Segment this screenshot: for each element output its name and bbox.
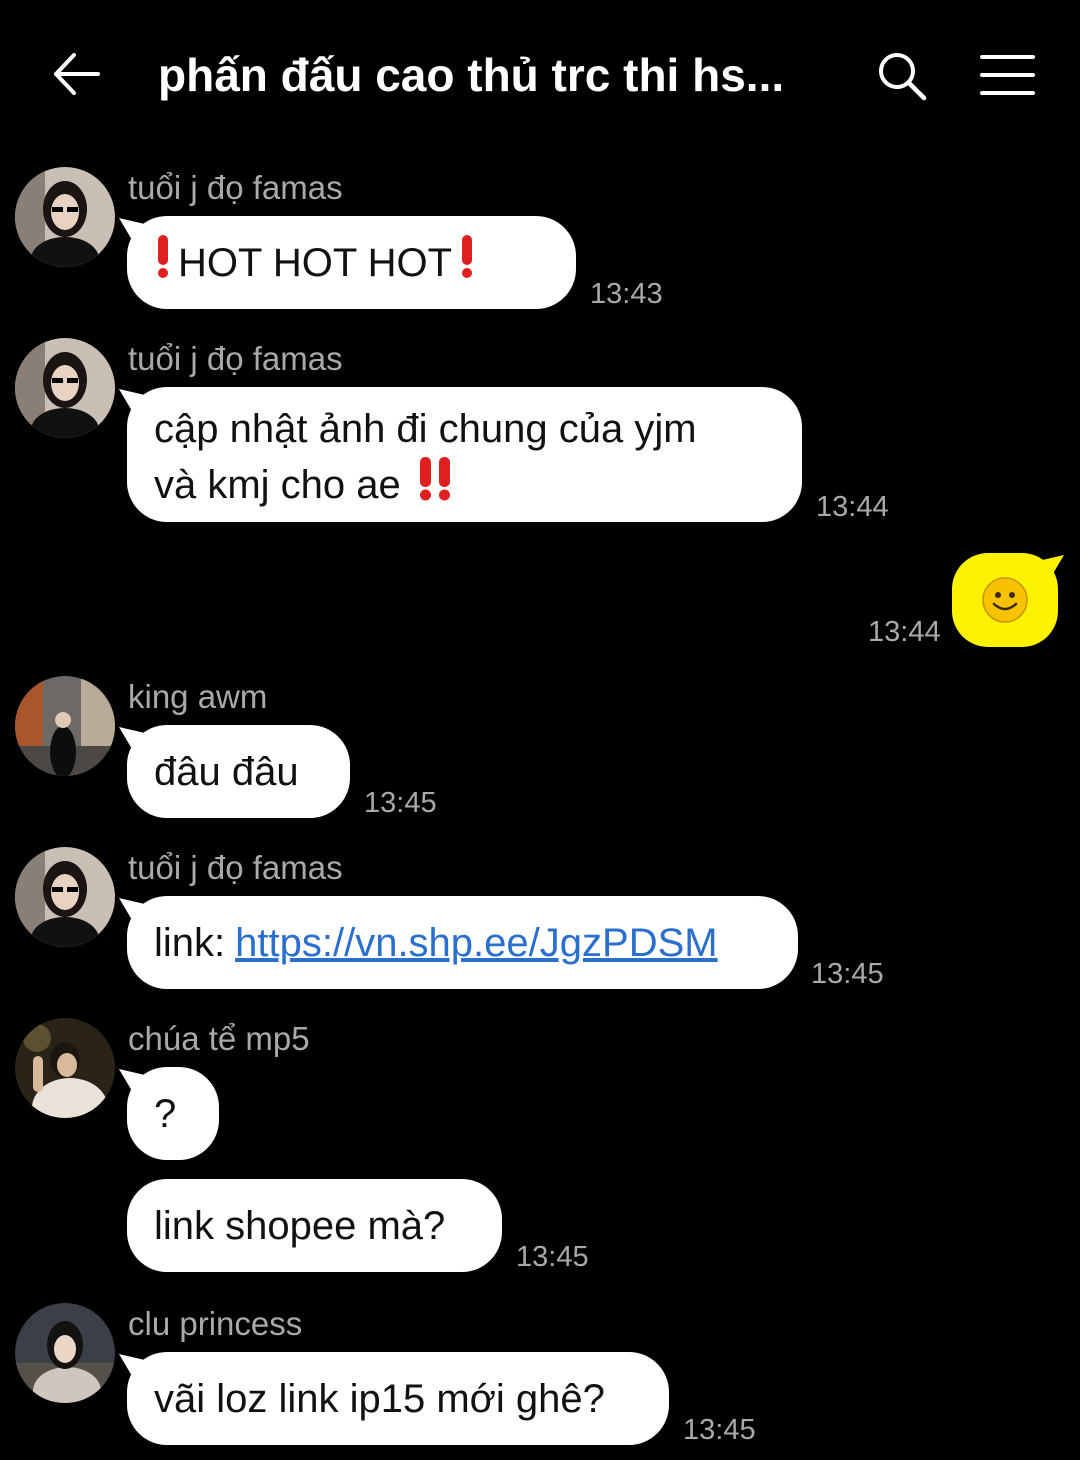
own-message-bubble[interactable] <box>952 553 1058 647</box>
avatar-portrait-icon <box>15 847 115 947</box>
sender-name: chúa tể mp5 <box>128 1020 310 1057</box>
exclamation-icon <box>458 233 476 292</box>
message-time: 13:43 <box>590 278 663 310</box>
smiley-emoji-icon <box>982 577 1028 623</box>
back-button[interactable] <box>48 48 104 100</box>
sender-name: tuổi j đọ famas <box>128 340 343 377</box>
message-text-line-wrap: và kmj cho ae <box>154 455 775 514</box>
avatar[interactable] <box>15 847 115 947</box>
avatar[interactable] <box>15 1018 115 1118</box>
message-text: vãi loz link ip15 mới ghê? <box>154 1376 605 1421</box>
avatar[interactable] <box>15 676 115 776</box>
message-text: HOT HOT HOT <box>178 240 453 285</box>
message-bubble[interactable]: link: https://vn.shp.ee/JgzPDSM <box>127 896 798 989</box>
sender-name: tuổi j đọ famas <box>128 169 343 206</box>
message-bubble[interactable]: vãi loz link ip15 mới ghê? <box>127 1352 669 1445</box>
menu-button[interactable] <box>978 50 1038 100</box>
search-button[interactable] <box>874 48 930 104</box>
message-bubble[interactable]: đâu đâu <box>127 725 350 818</box>
message-text: đâu đâu <box>154 749 299 794</box>
search-icon <box>879 53 927 101</box>
avatar-portrait-icon <box>15 338 115 438</box>
message-text: link: <box>154 920 226 965</box>
avatar-portrait-icon <box>15 167 115 267</box>
message-bubble[interactable]: HOT HOT HOT <box>127 216 576 309</box>
message-bubble[interactable]: ? <box>127 1067 219 1160</box>
message-text-line: cập nhật ảnh đi chung của yjm <box>154 407 697 451</box>
message-text: link shopee mà? <box>154 1203 446 1248</box>
avatar[interactable] <box>15 338 115 438</box>
message-bubble[interactable]: cập nhật ảnh đi chung của yjm và kmj cho… <box>127 387 802 522</box>
chat-screen: phấn đấu cao thủ trc thi hs... tuổi j đọ… <box>0 0 1080 1460</box>
message-link[interactable]: https://vn.shp.ee/JgzPDSM <box>235 917 717 969</box>
message-text: ? <box>154 1091 177 1136</box>
chat-header: phấn đấu cao thủ trc thi hs... <box>0 0 1080 150</box>
avatar-night-photo-icon <box>15 1018 115 1118</box>
message-time: 13:45 <box>364 787 437 819</box>
avatar-street-photo-icon <box>15 676 115 776</box>
menu-icon <box>980 55 1035 95</box>
message-time: 13:45 <box>683 1414 756 1446</box>
message-bubble[interactable]: link shopee mà? <box>127 1179 502 1272</box>
avatar-girl-photo-icon <box>15 1303 115 1403</box>
exclamation-icon <box>154 233 172 292</box>
message-time: 13:45 <box>811 958 884 990</box>
chat-title[interactable]: phấn đấu cao thủ trc thi hs... <box>158 44 838 106</box>
avatar[interactable] <box>15 1303 115 1403</box>
sender-name: tuổi j đọ famas <box>128 849 343 886</box>
message-time: 13:44 <box>868 616 941 648</box>
back-arrow-icon <box>54 53 100 95</box>
message-time: 13:44 <box>816 491 889 523</box>
message-time: 13:45 <box>516 1241 589 1273</box>
message-text-line: và kmj cho ae <box>154 462 401 507</box>
sender-name: king awm <box>128 678 268 715</box>
avatar[interactable] <box>15 167 115 267</box>
sender-name: clu princess <box>128 1305 303 1342</box>
double-exclamation-icon <box>417 455 455 514</box>
